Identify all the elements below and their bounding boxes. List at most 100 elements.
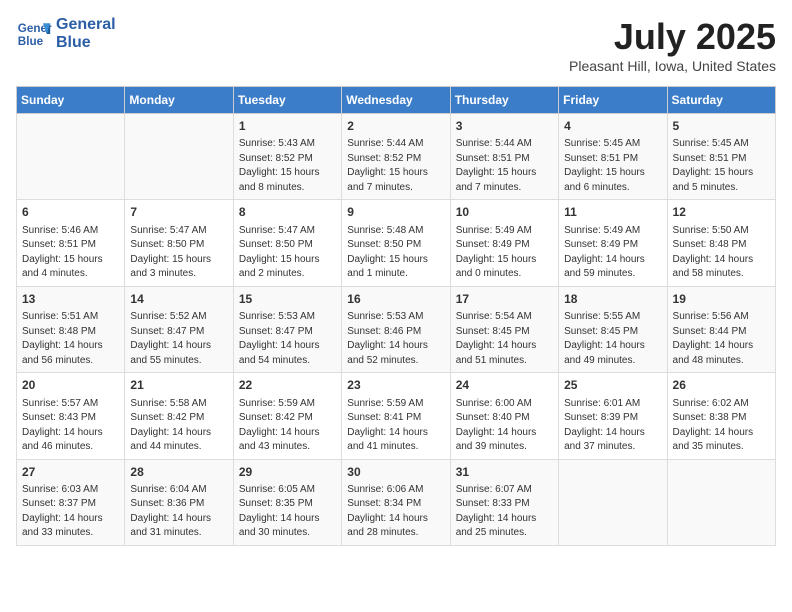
cell-info: Sunrise: 6:04 AM Sunset: 8:36 PM Dayligh…	[130, 483, 227, 541]
day-number: 17	[456, 291, 553, 308]
day-number: 10	[456, 204, 553, 221]
cell-info: Sunrise: 5:50 AM Sunset: 8:48 PM Dayligh…	[673, 224, 770, 282]
cell-info: Sunrise: 5:45 AM Sunset: 8:51 PM Dayligh…	[564, 137, 661, 195]
cell-info: Sunrise: 5:54 AM Sunset: 8:45 PM Dayligh…	[456, 310, 553, 368]
cell-info: Sunrise: 6:06 AM Sunset: 8:34 PM Dayligh…	[347, 483, 444, 541]
cell-info: Sunrise: 5:57 AM Sunset: 8:43 PM Dayligh…	[22, 397, 119, 455]
cell-info: Sunrise: 5:44 AM Sunset: 8:52 PM Dayligh…	[347, 137, 444, 195]
calendar-cell: 22 Sunrise: 5:59 AM Sunset: 8:42 PM Dayli…	[233, 373, 341, 459]
location-subtitle: Pleasant Hill, Iowa, United States	[569, 58, 776, 74]
calendar-cell: 7Sunrise: 5:47 AM Sunset: 8:50 PM Daylig…	[125, 200, 233, 286]
calendar-cell: 2 Sunrise: 5:44 AM Sunset: 8:52 PM Daylig…	[342, 114, 450, 200]
calendar-cell: 11 Sunrise: 5:49 AM Sunset: 8:49 PM Dayli…	[559, 200, 667, 286]
logo: General Blue General Blue	[16, 16, 116, 53]
cell-info: Sunrise: 5:49 AM Sunset: 8:49 PM Dayligh…	[564, 224, 661, 282]
calendar-cell: 15Sunrise: 5:53 AM Sunset: 8:47 PM Dayli…	[233, 286, 341, 372]
cell-info: Sunrise: 6:03 AM Sunset: 8:37 PM Dayligh…	[22, 483, 119, 541]
calendar-cell	[17, 114, 125, 200]
calendar-cell: 26 Sunrise: 6:02 AM Sunset: 8:38 PM Dayli…	[667, 373, 775, 459]
cell-info: Sunrise: 5:58 AM Sunset: 8:42 PM Dayligh…	[130, 397, 227, 455]
cell-info: Sunrise: 5:46 AM Sunset: 8:51 PM Dayligh…	[22, 224, 119, 282]
weekday-header-row: SundayMondayTuesdayWednesdayThursdayFrid…	[17, 87, 776, 114]
day-number: 24	[456, 377, 553, 394]
month-year-title: July 2025	[569, 16, 776, 58]
calendar-table: SundayMondayTuesdayWednesdayThursdayFrid…	[16, 86, 776, 546]
calendar-cell: 18 Sunrise: 5:55 AM Sunset: 8:45 PM Dayli…	[559, 286, 667, 372]
weekday-header-friday: Friday	[559, 87, 667, 114]
calendar-cell: 24 Sunrise: 6:00 AM Sunset: 8:40 PM Dayli…	[450, 373, 558, 459]
day-number: 9	[347, 204, 444, 221]
cell-info: Sunrise: 5:56 AM Sunset: 8:44 PM Dayligh…	[673, 310, 770, 368]
cell-info: Sunrise: 5:51 AM Sunset: 8:48 PM Dayligh…	[22, 310, 119, 368]
calendar-cell: 30 Sunrise: 6:06 AM Sunset: 8:34 PM Dayli…	[342, 459, 450, 545]
day-number: 29	[239, 464, 336, 481]
day-number: 5	[673, 118, 770, 135]
calendar-cell: 3 Sunrise: 5:44 AM Sunset: 8:51 PM Daylig…	[450, 114, 558, 200]
calendar-week-row: 20 Sunrise: 5:57 AM Sunset: 8:43 PM Dayli…	[17, 373, 776, 459]
calendar-header: SundayMondayTuesdayWednesdayThursdayFrid…	[17, 87, 776, 114]
day-number: 12	[673, 204, 770, 221]
day-number: 18	[564, 291, 661, 308]
calendar-week-row: 1 Sunrise: 5:43 AM Sunset: 8:52 PM Daylig…	[17, 114, 776, 200]
day-number: 11	[564, 204, 661, 221]
calendar-cell: 8Sunrise: 5:47 AM Sunset: 8:50 PM Daylig…	[233, 200, 341, 286]
cell-info: Sunrise: 6:07 AM Sunset: 8:33 PM Dayligh…	[456, 483, 553, 541]
cell-info: Sunrise: 5:49 AM Sunset: 8:49 PM Dayligh…	[456, 224, 553, 282]
calendar-cell: 27Sunrise: 6:03 AM Sunset: 8:37 PM Dayli…	[17, 459, 125, 545]
day-number: 1	[239, 118, 336, 135]
calendar-cell: 4 Sunrise: 5:45 AM Sunset: 8:51 PM Daylig…	[559, 114, 667, 200]
day-number: 31	[456, 464, 553, 481]
logo-blue: Blue	[56, 34, 116, 52]
cell-info: Sunrise: 5:52 AM Sunset: 8:47 PM Dayligh…	[130, 310, 227, 368]
cell-info: Sunrise: 5:53 AM Sunset: 8:46 PM Dayligh…	[347, 310, 444, 368]
day-number: 22	[239, 377, 336, 394]
day-number: 16	[347, 291, 444, 308]
calendar-cell: 19 Sunrise: 5:56 AM Sunset: 8:44 PM Dayli…	[667, 286, 775, 372]
calendar-cell: 25 Sunrise: 6:01 AM Sunset: 8:39 PM Dayli…	[559, 373, 667, 459]
title-block: July 2025 Pleasant Hill, Iowa, United St…	[569, 16, 776, 74]
day-number: 19	[673, 291, 770, 308]
day-number: 23	[347, 377, 444, 394]
cell-info: Sunrise: 5:59 AM Sunset: 8:42 PM Dayligh…	[239, 397, 336, 455]
cell-info: Sunrise: 5:44 AM Sunset: 8:51 PM Dayligh…	[456, 137, 553, 195]
calendar-cell: 9 Sunrise: 5:48 AM Sunset: 8:50 PM Daylig…	[342, 200, 450, 286]
logo-general: General	[56, 16, 116, 34]
calendar-cell: 20 Sunrise: 5:57 AM Sunset: 8:43 PM Dayli…	[17, 373, 125, 459]
day-number: 20	[22, 377, 119, 394]
cell-info: Sunrise: 6:02 AM Sunset: 8:38 PM Dayligh…	[673, 397, 770, 455]
day-number: 25	[564, 377, 661, 394]
cell-info: Sunrise: 5:43 AM Sunset: 8:52 PM Dayligh…	[239, 137, 336, 195]
calendar-cell	[559, 459, 667, 545]
cell-info: Sunrise: 5:55 AM Sunset: 8:45 PM Dayligh…	[564, 310, 661, 368]
svg-text:Blue: Blue	[18, 35, 44, 48]
weekday-header-thursday: Thursday	[450, 87, 558, 114]
calendar-cell: 13 Sunrise: 5:51 AM Sunset: 8:48 PM Dayli…	[17, 286, 125, 372]
day-number: 3	[456, 118, 553, 135]
calendar-body: 1 Sunrise: 5:43 AM Sunset: 8:52 PM Daylig…	[17, 114, 776, 546]
calendar-cell	[667, 459, 775, 545]
day-number: 30	[347, 464, 444, 481]
weekday-header-sunday: Sunday	[17, 87, 125, 114]
cell-info: Sunrise: 5:59 AM Sunset: 8:41 PM Dayligh…	[347, 397, 444, 455]
cell-info: Sunrise: 6:00 AM Sunset: 8:40 PM Dayligh…	[456, 397, 553, 455]
cell-info: Sunrise: 5:47 AM Sunset: 8:50 PM Dayligh…	[130, 224, 227, 282]
day-number: 21	[130, 377, 227, 394]
calendar-week-row: 6Sunrise: 5:46 AM Sunset: 8:51 PM Daylig…	[17, 200, 776, 286]
day-number: 2	[347, 118, 444, 135]
calendar-cell: 6Sunrise: 5:46 AM Sunset: 8:51 PM Daylig…	[17, 200, 125, 286]
page-header: General Blue General Blue July 2025 Plea…	[16, 16, 776, 74]
calendar-cell: 17 Sunrise: 5:54 AM Sunset: 8:45 PM Dayli…	[450, 286, 558, 372]
day-number: 13	[22, 291, 119, 308]
day-number: 4	[564, 118, 661, 135]
calendar-week-row: 13 Sunrise: 5:51 AM Sunset: 8:48 PM Dayli…	[17, 286, 776, 372]
logo-icon: General Blue	[16, 16, 52, 52]
cell-info: Sunrise: 5:47 AM Sunset: 8:50 PM Dayligh…	[239, 224, 336, 282]
calendar-cell	[125, 114, 233, 200]
calendar-cell: 16 Sunrise: 5:53 AM Sunset: 8:46 PM Dayli…	[342, 286, 450, 372]
cell-info: Sunrise: 5:45 AM Sunset: 8:51 PM Dayligh…	[673, 137, 770, 195]
cell-info: Sunrise: 5:48 AM Sunset: 8:50 PM Dayligh…	[347, 224, 444, 282]
day-number: 28	[130, 464, 227, 481]
calendar-cell: 28 Sunrise: 6:04 AM Sunset: 8:36 PM Dayli…	[125, 459, 233, 545]
cell-info: Sunrise: 6:01 AM Sunset: 8:39 PM Dayligh…	[564, 397, 661, 455]
day-number: 26	[673, 377, 770, 394]
